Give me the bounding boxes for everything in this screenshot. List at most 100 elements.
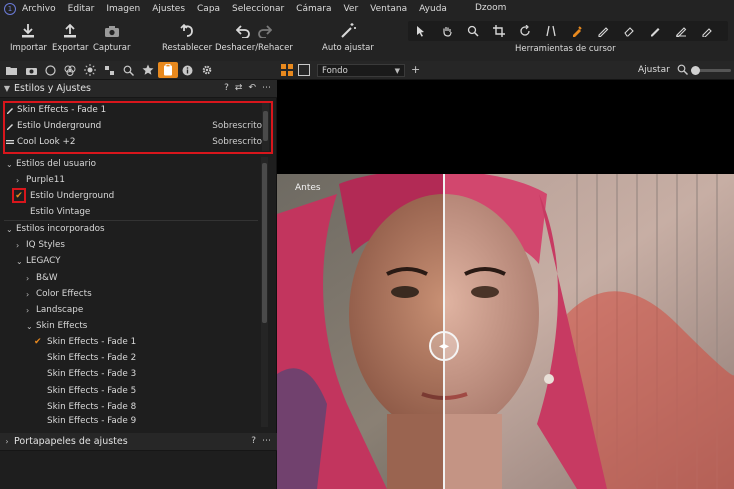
applied-scrollbar-thumb[interactable] (263, 111, 268, 141)
info-icon[interactable] (178, 62, 198, 78)
exposure-icon[interactable] (80, 62, 100, 78)
gradient-icon[interactable] (668, 25, 694, 37)
keystone-icon[interactable] (538, 25, 564, 37)
applied-scrollbar[interactable] (262, 103, 269, 151)
check-highlight-box[interactable]: ✔ (12, 188, 26, 203)
star-icon[interactable] (139, 62, 159, 78)
before-label: Antes (295, 183, 321, 193)
list-item[interactable]: › Landscape (26, 302, 83, 318)
portrait-photo (277, 174, 734, 489)
styles-icon[interactable] (158, 62, 178, 78)
reset-button[interactable]: Restablecer (162, 20, 212, 53)
more-icon[interactable]: ⋯ (262, 83, 271, 93)
copy-apply-icon[interactable]: ⇄ (235, 83, 243, 93)
list-item[interactable]: ✔ Skin Effects - Fade 1 (34, 334, 136, 350)
background-select-value: Fondo (322, 65, 348, 76)
menu-seleccionar[interactable]: Seleccionar (232, 4, 284, 14)
list-item[interactable]: ⌄ Skin Effects (26, 318, 87, 334)
more-icon[interactable]: ⋯ (262, 436, 271, 446)
grid-view-icon[interactable] (281, 64, 293, 76)
circle-icon[interactable] (41, 62, 61, 78)
single-view-icon[interactable] (298, 64, 310, 76)
list-item[interactable]: Skin Effects - Fade 2 (47, 350, 136, 366)
applied-style-row[interactable]: Skin Effects - Fade 1 (6, 102, 262, 118)
color-icon[interactable] (61, 62, 81, 78)
help-icon[interactable]: ? (224, 83, 229, 93)
list-item[interactable]: Skin Effects - Fade 9 (47, 415, 136, 427)
tree-scrollbar[interactable] (261, 157, 268, 427)
gear-icon[interactable] (197, 62, 217, 78)
list-item[interactable]: ⌄ LEGACY (16, 253, 61, 269)
rotate-icon[interactable] (512, 25, 538, 37)
folder-icon[interactable] (2, 62, 22, 78)
menu-ver[interactable]: Ver (343, 4, 358, 14)
cursor-tools-bar (408, 21, 728, 41)
list-item[interactable]: Estilo Vintage (30, 204, 90, 220)
brush-icon[interactable] (590, 25, 616, 37)
list-item[interactable]: › B&W (26, 270, 58, 286)
main-toolbar: Importar Exportar Capturar Restablecer D… (0, 17, 734, 61)
capture-button[interactable]: Capturar (93, 20, 130, 53)
export-button[interactable]: Exportar (52, 20, 89, 53)
picker-icon[interactable] (564, 25, 590, 37)
eraser-icon[interactable] (616, 25, 642, 37)
annotate-icon[interactable] (694, 25, 720, 37)
image-viewer[interactable]: Antes ◂▸ (277, 80, 734, 489)
reset-icon[interactable]: ↶ (248, 83, 256, 93)
list-item[interactable]: › IQ Styles (16, 237, 65, 253)
applied-style-name: Estilo Underground (17, 121, 102, 131)
list-item[interactable]: Skin Effects - Fade 5 (47, 383, 136, 399)
undo-icon[interactable] (235, 24, 250, 38)
check-icon: ✔ (15, 190, 23, 201)
draw-mask-icon[interactable] (642, 25, 668, 37)
app-logo-icon[interactable]: 1 (4, 2, 16, 15)
zoom-slider[interactable] (691, 66, 731, 75)
menu-ayuda[interactable]: Ayuda (419, 4, 447, 14)
import-button[interactable]: Importar (10, 20, 47, 53)
list-item[interactable]: Skin Effects - Fade 8 (47, 399, 136, 415)
menu-editar[interactable]: Editar (68, 4, 95, 14)
menu-camara[interactable]: Cámara (296, 4, 331, 14)
pan-icon[interactable] (434, 25, 460, 37)
style-name: Estilo Vintage (30, 207, 91, 217)
select-icon[interactable] (408, 25, 434, 37)
chevron-right-icon[interactable]: › (0, 437, 14, 446)
photo-before-after[interactable]: Antes ◂▸ (277, 174, 734, 489)
search-icon[interactable] (119, 62, 139, 78)
applied-style-row[interactable]: Estilo Underground Sobrescrito (6, 118, 262, 134)
tree-scrollbar-thumb[interactable] (262, 163, 267, 323)
styles-panel-header[interactable]: ▼ Estilos y Ajustes ? ⇄ ↶ ⋯ (0, 80, 277, 98)
user-styles-group[interactable]: ⌄ Estilos del usuario (6, 156, 96, 172)
list-item[interactable]: Skin Effects - Fade 3 (47, 366, 136, 382)
menu-imagen[interactable]: Imagen (106, 4, 140, 14)
list-item[interactable]: › Purple11 (16, 172, 65, 188)
applied-style-row[interactable]: Cool Look +2 Sobrescrito (6, 134, 262, 150)
background-select[interactable]: Fondo ▼ (317, 64, 405, 77)
menu-archivo[interactable]: Archivo (22, 4, 56, 14)
auto-adjust-button[interactable]: Auto ajustar (322, 20, 374, 53)
split-handle-icon[interactable]: ◂▸ (429, 331, 459, 361)
zoom-slider-knob[interactable] (691, 66, 700, 75)
crop-icon[interactable] (486, 25, 512, 37)
camera-icon[interactable] (22, 62, 42, 78)
list-item[interactable]: Estilo Underground (30, 188, 114, 204)
help-icon[interactable]: ? (251, 436, 256, 446)
menu-ajustes[interactable]: Ajustes (152, 4, 185, 14)
crosshair-icon[interactable]: + (411, 64, 420, 76)
applied-style-name: Skin Effects - Fade 1 (17, 105, 107, 115)
redo-icon[interactable] (258, 24, 272, 38)
menu-capa[interactable]: Capa (197, 4, 220, 14)
style-name: Skin Effects - Fade 2 (47, 353, 137, 363)
chevron-right-icon: › (16, 175, 20, 185)
undo-redo-button[interactable]: Deshacer/Rehacer (215, 20, 293, 53)
list-item[interactable]: › Color Effects (26, 286, 92, 302)
chevron-down-icon[interactable]: ▼ (0, 84, 14, 93)
zoom-icon[interactable] (677, 64, 688, 78)
fit-label[interactable]: Ajustar (638, 65, 670, 75)
detail-icon[interactable] (100, 62, 120, 78)
builtin-styles-group[interactable]: ⌄ Estilos incorporados (6, 221, 105, 237)
clipboard-panel-header[interactable]: › Portapapeles de ajustes ? ⋯ (0, 433, 277, 451)
menu-ventana[interactable]: Ventana (370, 4, 407, 14)
loupe-icon[interactable] (460, 25, 486, 37)
style-name: Skin Effects - Fade 5 (47, 386, 137, 396)
